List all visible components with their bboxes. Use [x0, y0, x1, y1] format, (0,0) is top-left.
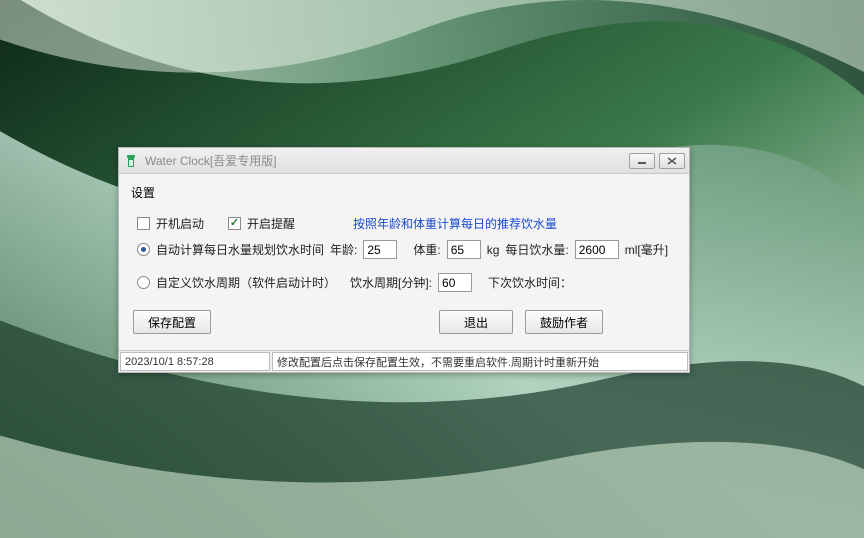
minimize-icon — [637, 157, 647, 165]
checkbox-row: 开机启动 开启提醒 按照年龄和体重计算每日的推荐饮水量 — [129, 213, 679, 234]
section-heading: 设置 — [129, 180, 679, 209]
autostart-label: 开机启动 — [156, 215, 204, 232]
weight-input[interactable] — [447, 240, 481, 259]
minimize-button[interactable] — [629, 153, 655, 169]
age-label: 年龄: — [330, 241, 357, 258]
radio-auto-label: 自动计算每日水量规划饮水时间 — [156, 241, 324, 258]
daily-label: 每日饮水量: — [505, 241, 568, 258]
water-clock-icon — [123, 153, 139, 169]
button-row: 保存配置 退出 鼓励作者 — [129, 308, 679, 342]
custom-period-row: 自定义饮水周期（软件启动计时） 饮水周期[分钟]: 下次饮水时间： — [129, 271, 679, 294]
age-input[interactable] — [363, 240, 397, 259]
radio-custom[interactable] — [137, 276, 150, 289]
titlebar[interactable]: Water Clock[吾爱专用版] — [119, 148, 689, 174]
window-controls — [629, 153, 685, 169]
next-time-label: 下次饮水时间： — [488, 274, 572, 291]
hint-text: 按照年龄和体重计算每日的推荐饮水量 — [353, 215, 557, 232]
window-title: Water Clock[吾爱专用版] — [145, 152, 629, 169]
settings-window: Water Clock[吾爱专用版] 设置 开机启动 开启提醒 按照年龄和体重计… — [118, 147, 690, 373]
close-icon — [667, 157, 677, 165]
daily-input[interactable] — [575, 240, 619, 259]
weight-label: 体重: — [413, 241, 440, 258]
autostart-checkbox[interactable] — [137, 217, 150, 230]
reminder-label: 开启提醒 — [247, 215, 295, 232]
weight-unit: kg — [487, 243, 500, 257]
close-button[interactable] — [659, 153, 685, 169]
status-message: 修改配置后点击保存配置生效，不需要重启软件.周期计时重新开始 — [272, 352, 688, 371]
status-time: 2023/10/1 8:57:28 — [120, 352, 270, 371]
reminder-checkbox[interactable] — [228, 217, 241, 230]
auto-calc-row: 自动计算每日水量规划饮水时间 年龄: 体重: kg 每日饮水量: ml[毫升] — [129, 238, 679, 261]
daily-unit: ml[毫升] — [625, 241, 668, 258]
radio-auto[interactable] — [137, 243, 150, 256]
period-label: 饮水周期[分钟]: — [350, 274, 432, 291]
save-button[interactable]: 保存配置 — [133, 310, 211, 334]
donate-button[interactable]: 鼓励作者 — [525, 310, 603, 334]
period-input[interactable] — [438, 273, 472, 292]
exit-button[interactable]: 退出 — [439, 310, 513, 334]
statusbar: 2023/10/1 8:57:28 修改配置后点击保存配置生效，不需要重启软件.… — [119, 350, 689, 372]
client-area: 设置 开机启动 开启提醒 按照年龄和体重计算每日的推荐饮水量 自动计算每日水量规… — [119, 174, 689, 350]
radio-custom-label: 自定义饮水周期（软件启动计时） — [156, 274, 336, 291]
